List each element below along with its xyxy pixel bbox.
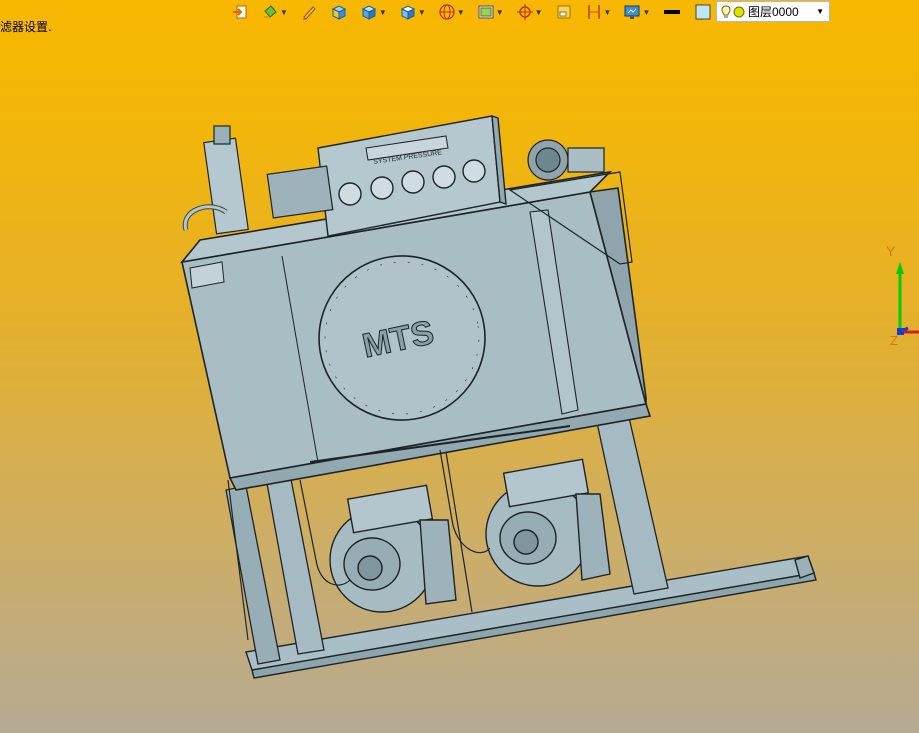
- crosshair-target-icon: [516, 4, 533, 20]
- chevron-down-icon: ▼: [417, 7, 426, 17]
- cube-orient-icon: [400, 5, 415, 20]
- pump-motor-left: [329, 484, 457, 613]
- layer-color-dot-icon: [733, 6, 745, 17]
- hydraulic-power-unit-model: MTS SYSTEM PRESSURE: [180, 114, 817, 679]
- layer-select[interactable]: 图层0000 ▼: [716, 1, 830, 22]
- view-toolbar: ▼ ▼ ▼ ▼ ▼ ▼ ▼ ▼: [230, 0, 752, 24]
- chevron-down-icon: ▼: [816, 7, 824, 16]
- line-color-icon: [664, 10, 681, 14]
- note-button[interactable]: [554, 1, 574, 23]
- lightbulb-icon: [721, 4, 731, 18]
- chevron-down-icon: ▼: [456, 7, 465, 17]
- box-shaded-icon: [331, 5, 347, 20]
- z-axis-label: Z: [890, 333, 898, 348]
- chevron-down-icon: ▼: [642, 7, 651, 17]
- chevron-down-icon: ▼: [378, 7, 387, 17]
- image-capture-button[interactable]: ▼: [476, 1, 505, 23]
- monitor-render-icon: [624, 5, 640, 19]
- status-message: 滤器设置.: [0, 20, 52, 34]
- render-display-button[interactable]: ▼: [622, 1, 651, 23]
- line-color-button[interactable]: [661, 1, 683, 23]
- cube-view-button[interactable]: ▼: [359, 1, 388, 23]
- cube-orient-button[interactable]: ▼: [398, 1, 427, 23]
- chevron-down-icon: ▼: [280, 7, 288, 17]
- axis-triad: Y Z: [886, 243, 919, 348]
- sphere-wire-icon: [439, 4, 455, 20]
- paint-bucket-button[interactable]: ▼: [260, 1, 289, 23]
- layer-select-value: 图层0000: [748, 5, 799, 19]
- target-button[interactable]: ▼: [515, 1, 544, 23]
- y-axis-label: Y: [886, 243, 896, 259]
- axis-origin: [897, 328, 904, 335]
- note-icon: [557, 5, 571, 19]
- chevron-down-icon: ▼: [495, 7, 504, 17]
- fill-color-icon: [695, 4, 711, 20]
- chevron-down-icon: ▼: [534, 7, 543, 17]
- pencil-button[interactable]: [299, 1, 319, 23]
- exit-sketch-button[interactable]: [230, 1, 250, 23]
- exit-sketch-icon: [233, 5, 247, 19]
- sphere-wire-button[interactable]: ▼: [437, 1, 466, 23]
- cube-view-icon: [361, 5, 377, 20]
- dimension-button[interactable]: ▼: [584, 1, 613, 23]
- pencil-icon: [302, 6, 316, 20]
- pump-motor-right: [485, 458, 611, 587]
- dimension-icon: [587, 5, 600, 19]
- image-capture-icon: [478, 5, 494, 19]
- shaded-box-button[interactable]: [329, 1, 349, 23]
- paint-bucket-icon: [264, 5, 277, 18]
- chevron-down-icon: ▼: [603, 7, 612, 17]
- y-axis-arrow: [896, 262, 904, 274]
- fill-color-button[interactable]: [693, 1, 713, 23]
- 3d-viewport[interactable]: MTS SYSTEM PRESSURE 滤器设置. ▼ ▼ ▼ ▼ ▼ ▼ ▼ …: [0, 0, 919, 733]
